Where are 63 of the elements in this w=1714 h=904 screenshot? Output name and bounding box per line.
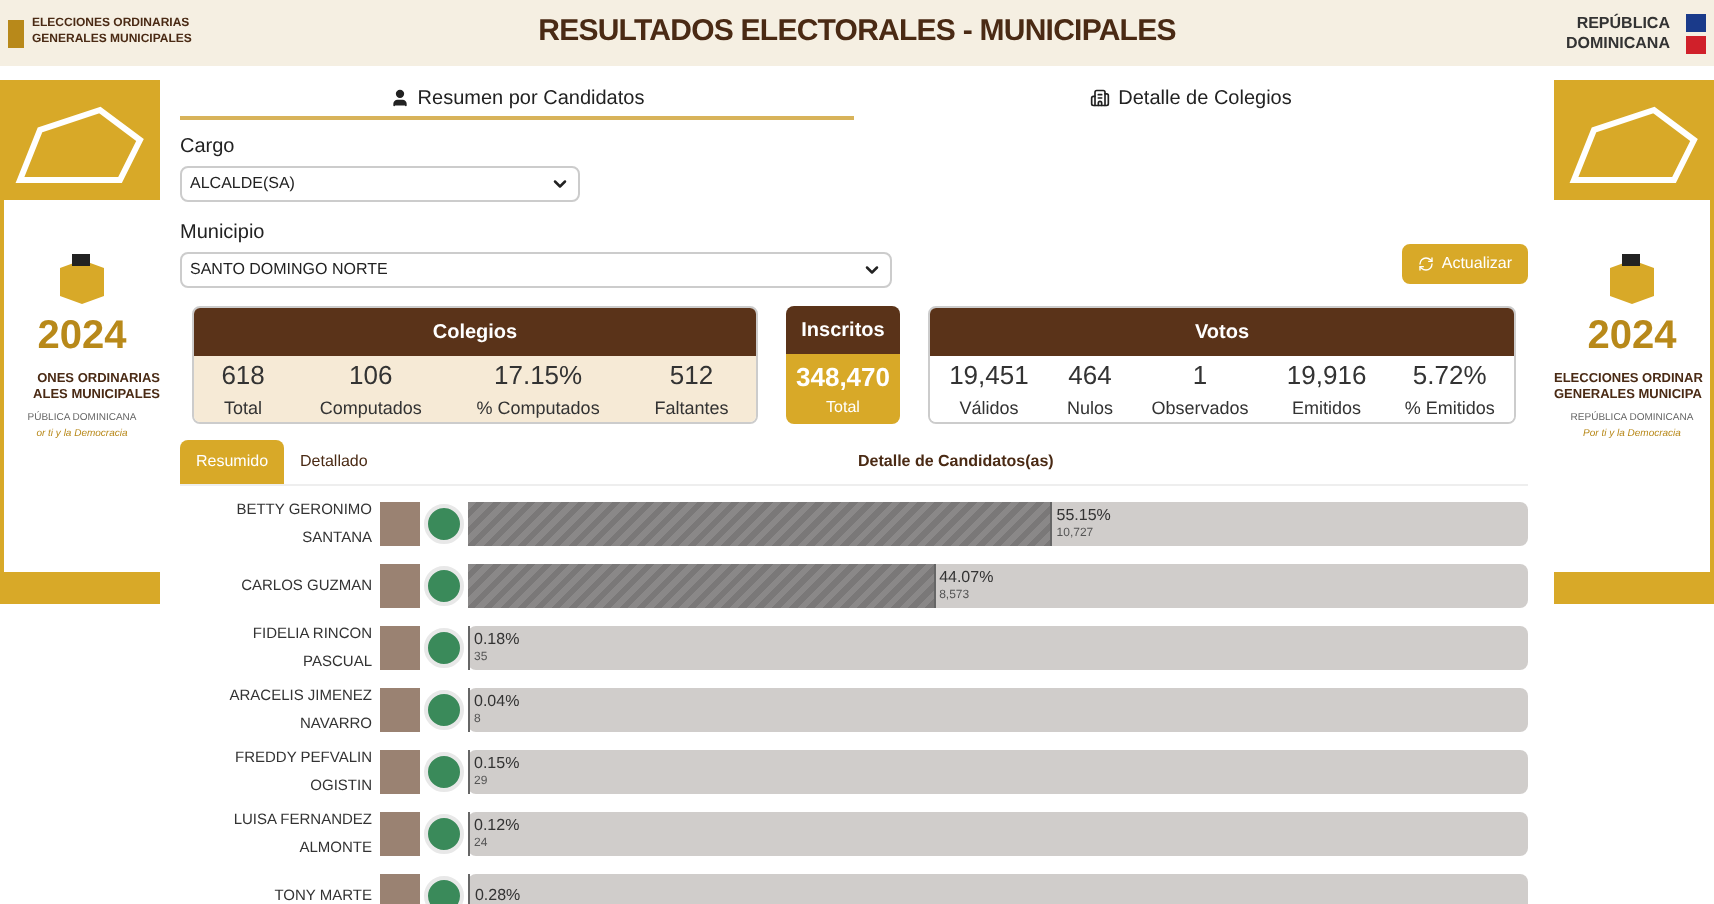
candidate-photo (380, 626, 420, 670)
filter-dropdown[interactable]: ALCALDE(SA) (180, 166, 580, 202)
stat-value: 348,470 (796, 359, 890, 396)
stat-label: Observados (1151, 395, 1249, 421)
stat-label: Total (826, 396, 860, 421)
page-title: RESULTADOS ELECTORALES - MUNICIPALES (538, 12, 1176, 53)
card-title: Colegios (432, 319, 518, 347)
view-tab[interactable]: Detalle de Colegios (854, 80, 1528, 120)
flag-icon (1685, 13, 1706, 53)
stat-value: 19,916 (1286, 358, 1367, 394)
chevron-down-icon (550, 174, 570, 194)
vote-percent: 55.15% (1056, 506, 1111, 526)
party-logo (424, 628, 464, 668)
stat-label: Nulos (1067, 395, 1114, 421)
vote-percent: 0.15% (474, 754, 520, 774)
refresh-icon (1417, 256, 1434, 272)
party-logo (424, 690, 464, 730)
country-text: DOMINICANA (1565, 33, 1670, 53)
filter-dropdown[interactable]: SANTO DOMINGO NORTE (180, 252, 892, 288)
stat-value: 464 (1068, 358, 1112, 394)
stat-label: Faltantes (654, 395, 729, 421)
stat-value: 618 (221, 358, 265, 394)
party-logo (424, 814, 464, 854)
vote-percent: 0.12% (474, 816, 520, 836)
filter-label: Cargo (180, 134, 237, 162)
view-tab[interactable]: Resumen por Candidatos (180, 80, 854, 120)
vote-percent: 44.07% (939, 568, 994, 588)
party-logo (424, 504, 464, 544)
filter-label: Municipio (180, 220, 267, 248)
candidate-photo (380, 812, 420, 856)
stat-label: Total (224, 395, 263, 421)
person-icon (389, 88, 410, 108)
detail-tab[interactable]: Detallado (284, 440, 384, 484)
stat-label: Emitidos (1292, 395, 1362, 421)
stat-value: 106 (348, 358, 393, 394)
stat-label: % Computados (476, 395, 600, 422)
card-title: Votos (1194, 319, 1250, 347)
banner-year: 2024 (37, 316, 127, 356)
vote-percent: 0.04% (474, 692, 520, 712)
candidate-photo (380, 750, 420, 794)
stat-label: Computados (319, 395, 422, 422)
party-logo (424, 876, 464, 904)
candidate-photo (380, 688, 420, 732)
stat-value: 5.72% (1412, 358, 1487, 394)
vote-percent: 0.18% (474, 630, 520, 650)
stat-label: % Emitidos (1404, 395, 1495, 421)
stat-label: Válidos (959, 395, 1019, 421)
banner-year: 2024 (1587, 316, 1677, 356)
party-logo (424, 566, 464, 606)
stat-value: 17.15% (494, 358, 583, 394)
stat-value: 19,451 (949, 358, 1029, 394)
card-title: Inscritos (801, 317, 885, 345)
party-logo (424, 752, 464, 792)
election-logo-icon (8, 19, 24, 47)
candidate-photo (380, 564, 420, 608)
building-icon (1090, 88, 1111, 108)
candidate-photo (380, 502, 420, 546)
country-text: REPÚBLICA (1576, 13, 1670, 33)
vote-percent: 0.28% (474, 886, 521, 904)
stat-value: 512 (669, 358, 714, 394)
chevron-down-icon (862, 260, 882, 280)
stat-value: 1 (1192, 358, 1208, 394)
section-title: Detalle de Candidatos(as) (858, 450, 1054, 474)
